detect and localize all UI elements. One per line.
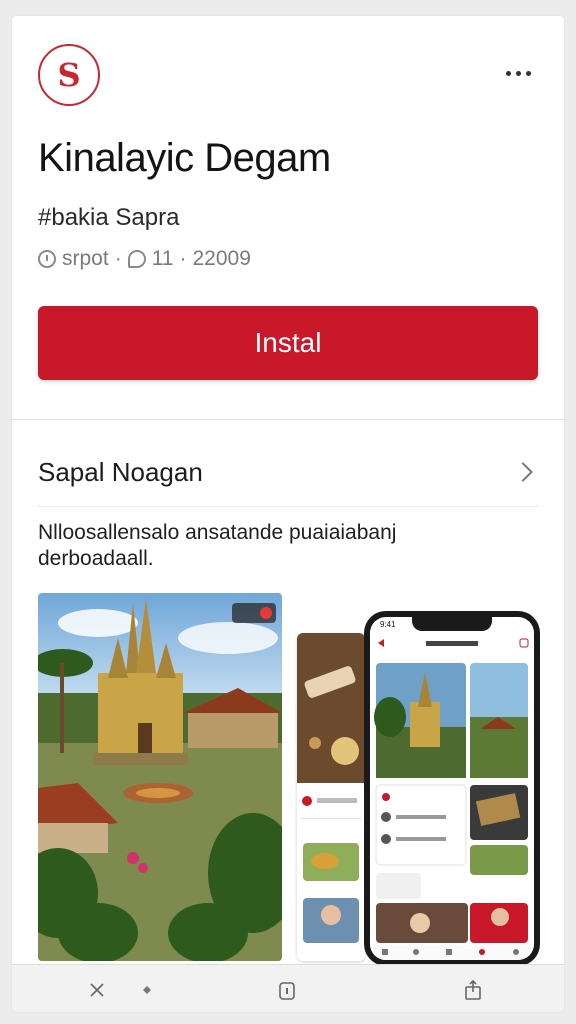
developer-name[interactable]: #bakia Sapra bbox=[38, 204, 179, 232]
share-icon[interactable] bbox=[462, 979, 484, 1001]
more-options-icon[interactable] bbox=[506, 68, 534, 78]
screenshot-temple[interactable] bbox=[38, 593, 282, 961]
tabs-icon[interactable] bbox=[276, 979, 298, 1001]
meta-label: srpot bbox=[62, 247, 109, 270]
tag-icon[interactable] bbox=[136, 979, 158, 1001]
install-button[interactable]: Instal bbox=[38, 306, 538, 380]
clock-icon bbox=[38, 250, 56, 268]
browser-toolbar bbox=[12, 964, 564, 1012]
section-title: Sapal Noagan bbox=[38, 456, 203, 487]
record-badge bbox=[232, 603, 276, 623]
close-icon[interactable] bbox=[86, 979, 108, 1001]
comment-icon bbox=[127, 250, 146, 268]
meta-separator: · bbox=[114, 247, 122, 270]
meta-separator: · bbox=[179, 247, 187, 270]
app-description: Nlloosallensalo ansatande puaiaiabanj de… bbox=[38, 521, 397, 570]
screenshot-food[interactable] bbox=[297, 633, 365, 961]
phone-screen: 9:41 bbox=[370, 617, 534, 960]
meta-year: 22009 bbox=[192, 247, 251, 270]
chevron-right-icon bbox=[513, 462, 533, 482]
serpent-logo-icon: S bbox=[38, 44, 100, 106]
screenshot-phone[interactable]: 9:41 bbox=[364, 611, 540, 966]
phone-status-time: 9:41 bbox=[380, 620, 396, 629]
app-title: Kinalayic Degam bbox=[38, 136, 331, 180]
phone-ui-illustration bbox=[370, 631, 534, 960]
app-store-card: S Kinalayic Degam #bakia Sapra srpot · 1… bbox=[12, 16, 564, 1012]
divider bbox=[38, 506, 538, 507]
food-illustration bbox=[297, 633, 365, 961]
app-meta: srpot · 11 · 22009 bbox=[38, 247, 251, 271]
meta-count: 11 bbox=[151, 247, 174, 270]
temple-illustration bbox=[38, 593, 282, 961]
divider bbox=[12, 419, 564, 420]
section-header[interactable]: Sapal Noagan bbox=[38, 456, 538, 488]
